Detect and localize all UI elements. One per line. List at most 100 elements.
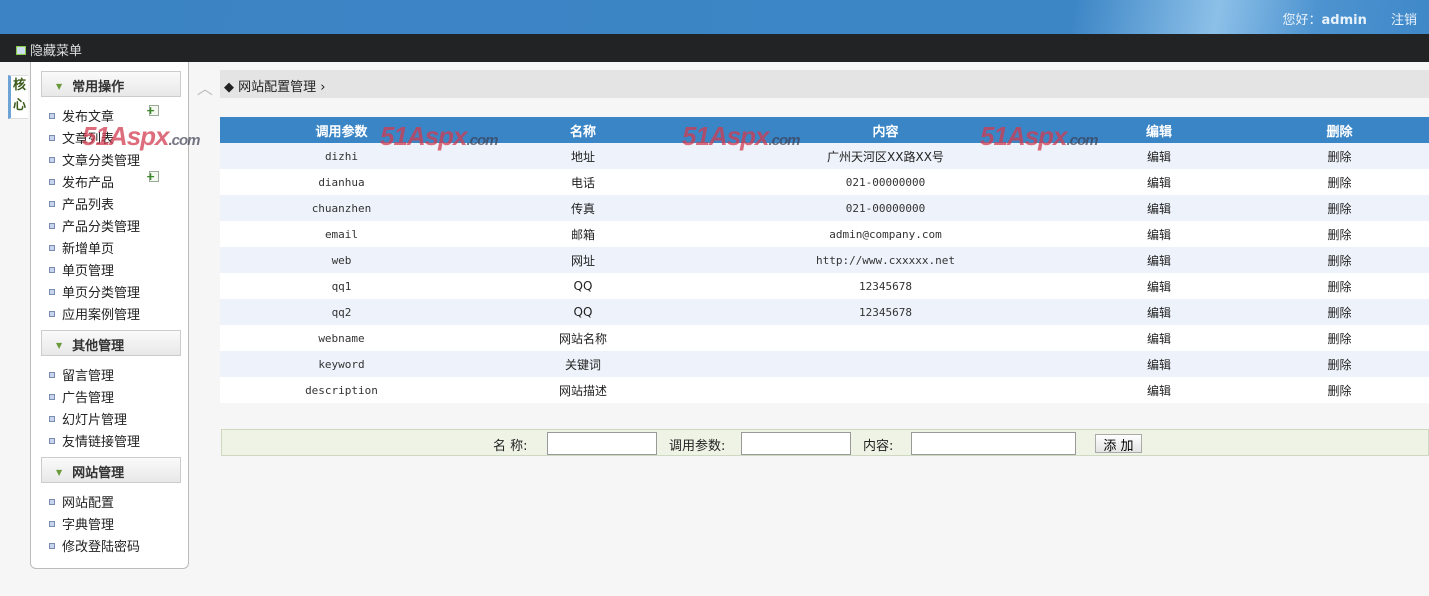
sidebar-item[interactable]: 单页管理 — [31, 255, 188, 279]
sidebar-item[interactable]: 文章列表 — [31, 123, 188, 147]
sidebar-item[interactable]: 网站配置 — [31, 487, 188, 511]
delete-link[interactable]: 删除 — [1250, 195, 1429, 221]
sidebar-item[interactable]: 单页分类管理 — [31, 277, 188, 301]
delete-link[interactable]: 删除 — [1250, 143, 1429, 169]
sidebar-item[interactable]: 发布产品 — [31, 167, 188, 191]
column-header: 调用参数 — [220, 117, 463, 143]
edit-link[interactable]: 编辑 — [1068, 299, 1250, 325]
delete-link[interactable]: 删除 — [1250, 247, 1429, 273]
sidebar-group-title: 其他管理 — [72, 339, 125, 354]
delete-link[interactable]: 删除 — [1250, 325, 1429, 351]
sidebar-item[interactable]: 字典管理 — [31, 509, 188, 533]
edit-link[interactable]: 编辑 — [1068, 377, 1250, 403]
content-cell — [703, 351, 1068, 377]
add-document-icon[interactable] — [146, 105, 159, 116]
name-cell: 电话 — [463, 169, 703, 195]
param-cell: email — [220, 221, 463, 247]
bullet-icon — [49, 157, 55, 163]
username: admin — [1321, 13, 1367, 28]
edit-link[interactable]: 编辑 — [1068, 351, 1250, 377]
bullet-icon — [49, 543, 55, 549]
delete-link[interactable]: 删除 — [1250, 377, 1429, 403]
bullet-icon — [49, 245, 55, 251]
content-cell: 021-00000000 — [703, 195, 1068, 221]
bullet-icon — [49, 438, 55, 444]
sidebar-group-header[interactable]: ▼ 常用操作 — [41, 71, 181, 97]
param-cell: qq1 — [220, 273, 463, 299]
toggle-menu-button[interactable]: 隐藏菜单 — [16, 44, 82, 59]
delete-link[interactable]: 删除 — [1250, 169, 1429, 195]
name-cell: QQ — [463, 273, 703, 299]
name-input[interactable] — [547, 432, 657, 455]
sidebar-item[interactable]: 广告管理 — [31, 382, 188, 406]
user-info: 您好：admin 注销 — [1278, 9, 1417, 28]
delete-link[interactable]: 删除 — [1250, 273, 1429, 299]
bullet-icon — [49, 394, 55, 400]
bullet-icon — [49, 179, 55, 185]
core-tab[interactable]: 核心 — [8, 75, 28, 119]
param-cell: qq2 — [220, 299, 463, 325]
add-button[interactable]: 添 加 — [1095, 434, 1142, 454]
table-row: keyword 关键词 编辑 删除 — [220, 351, 1429, 377]
bullet-icon — [49, 311, 55, 317]
name-cell: QQ — [463, 299, 703, 325]
sidebar-item[interactable]: 新增单页 — [31, 233, 188, 257]
edit-link[interactable]: 编辑 — [1068, 273, 1250, 299]
bullet-icon — [49, 499, 55, 505]
table-row: dizhi 地址 广州天河区XX路XX号 编辑 删除 — [220, 143, 1429, 169]
sidebar-item[interactable]: 应用案例管理 — [31, 299, 188, 323]
edit-link[interactable]: 编辑 — [1068, 221, 1250, 247]
delete-link[interactable]: 删除 — [1250, 299, 1429, 325]
table-row: web 网址 http://www.cxxxxx.net 编辑 删除 — [220, 247, 1429, 273]
name-cell: 网站描述 — [463, 377, 703, 403]
edit-link[interactable]: 编辑 — [1068, 247, 1250, 273]
top-header: 您好：admin 注销 — [0, 0, 1429, 34]
sidebar-item[interactable]: 留言管理 — [31, 360, 188, 384]
sidebar-item[interactable]: 产品列表 — [31, 189, 188, 213]
sidebar-item-label: 修改登陆密码 — [62, 540, 141, 555]
sidebar-item-label: 友情链接管理 — [62, 435, 141, 450]
sidebar-item[interactable]: 友情链接管理 — [31, 426, 188, 450]
param-cell: dianhua — [220, 169, 463, 195]
sidebar-item[interactable]: 修改登陆密码 — [31, 531, 188, 555]
toggle-menu-label: 隐藏菜单 — [30, 44, 83, 59]
sidebar-group-header[interactable]: ▼ 网站管理 — [41, 457, 181, 483]
content-cell — [703, 377, 1068, 403]
content-input[interactable] — [911, 432, 1076, 455]
sidebar-item[interactable]: 幻灯片管理 — [31, 404, 188, 428]
sidebar-group-header[interactable]: ▼ 其他管理 — [41, 330, 181, 356]
bullet-icon — [49, 267, 55, 273]
edit-link[interactable]: 编辑 — [1068, 195, 1250, 221]
bullet-icon — [49, 223, 55, 229]
param-input[interactable] — [741, 432, 851, 455]
triangle-down-icon: ▼ — [56, 341, 63, 350]
edit-link[interactable]: 编辑 — [1068, 169, 1250, 195]
delete-link[interactable]: 删除 — [1250, 221, 1429, 247]
edit-link[interactable]: 编辑 — [1068, 325, 1250, 351]
column-header: 编辑 — [1068, 117, 1250, 143]
collapse-chevron-up-icon[interactable]: ︿ — [197, 75, 213, 99]
name-cell: 传真 — [463, 195, 703, 221]
bullet-icon — [49, 416, 55, 422]
content-cell: 12345678 — [703, 273, 1068, 299]
toolbar: 隐藏菜单 — [0, 34, 1429, 62]
bullet-icon — [49, 521, 55, 527]
sidebar-item[interactable]: 发布文章 — [31, 101, 188, 125]
sidebar-item[interactable]: 文章分类管理 — [31, 145, 188, 169]
table-row: webname 网站名称 编辑 删除 — [220, 325, 1429, 351]
sidebar-group-title: 网站管理 — [72, 466, 125, 481]
sidebar-group-title: 常用操作 — [72, 80, 125, 95]
edit-link[interactable]: 编辑 — [1068, 143, 1250, 169]
bullet-icon — [49, 135, 55, 141]
add-config-form: 名 称: 调用参数: 内容: 添 加 — [221, 429, 1429, 456]
sidebar-item[interactable]: 产品分类管理 — [31, 211, 188, 235]
add-document-icon[interactable] — [146, 171, 159, 182]
delete-link[interactable]: 删除 — [1250, 351, 1429, 377]
param-cell: web — [220, 247, 463, 273]
logout-link[interactable]: 注销 — [1391, 13, 1417, 28]
diamond-icon: ◆ — [224, 80, 239, 95]
name-cell: 邮箱 — [463, 221, 703, 247]
param-cell: description — [220, 377, 463, 403]
name-cell: 网站名称 — [463, 325, 703, 351]
content-cell: 12345678 — [703, 299, 1068, 325]
